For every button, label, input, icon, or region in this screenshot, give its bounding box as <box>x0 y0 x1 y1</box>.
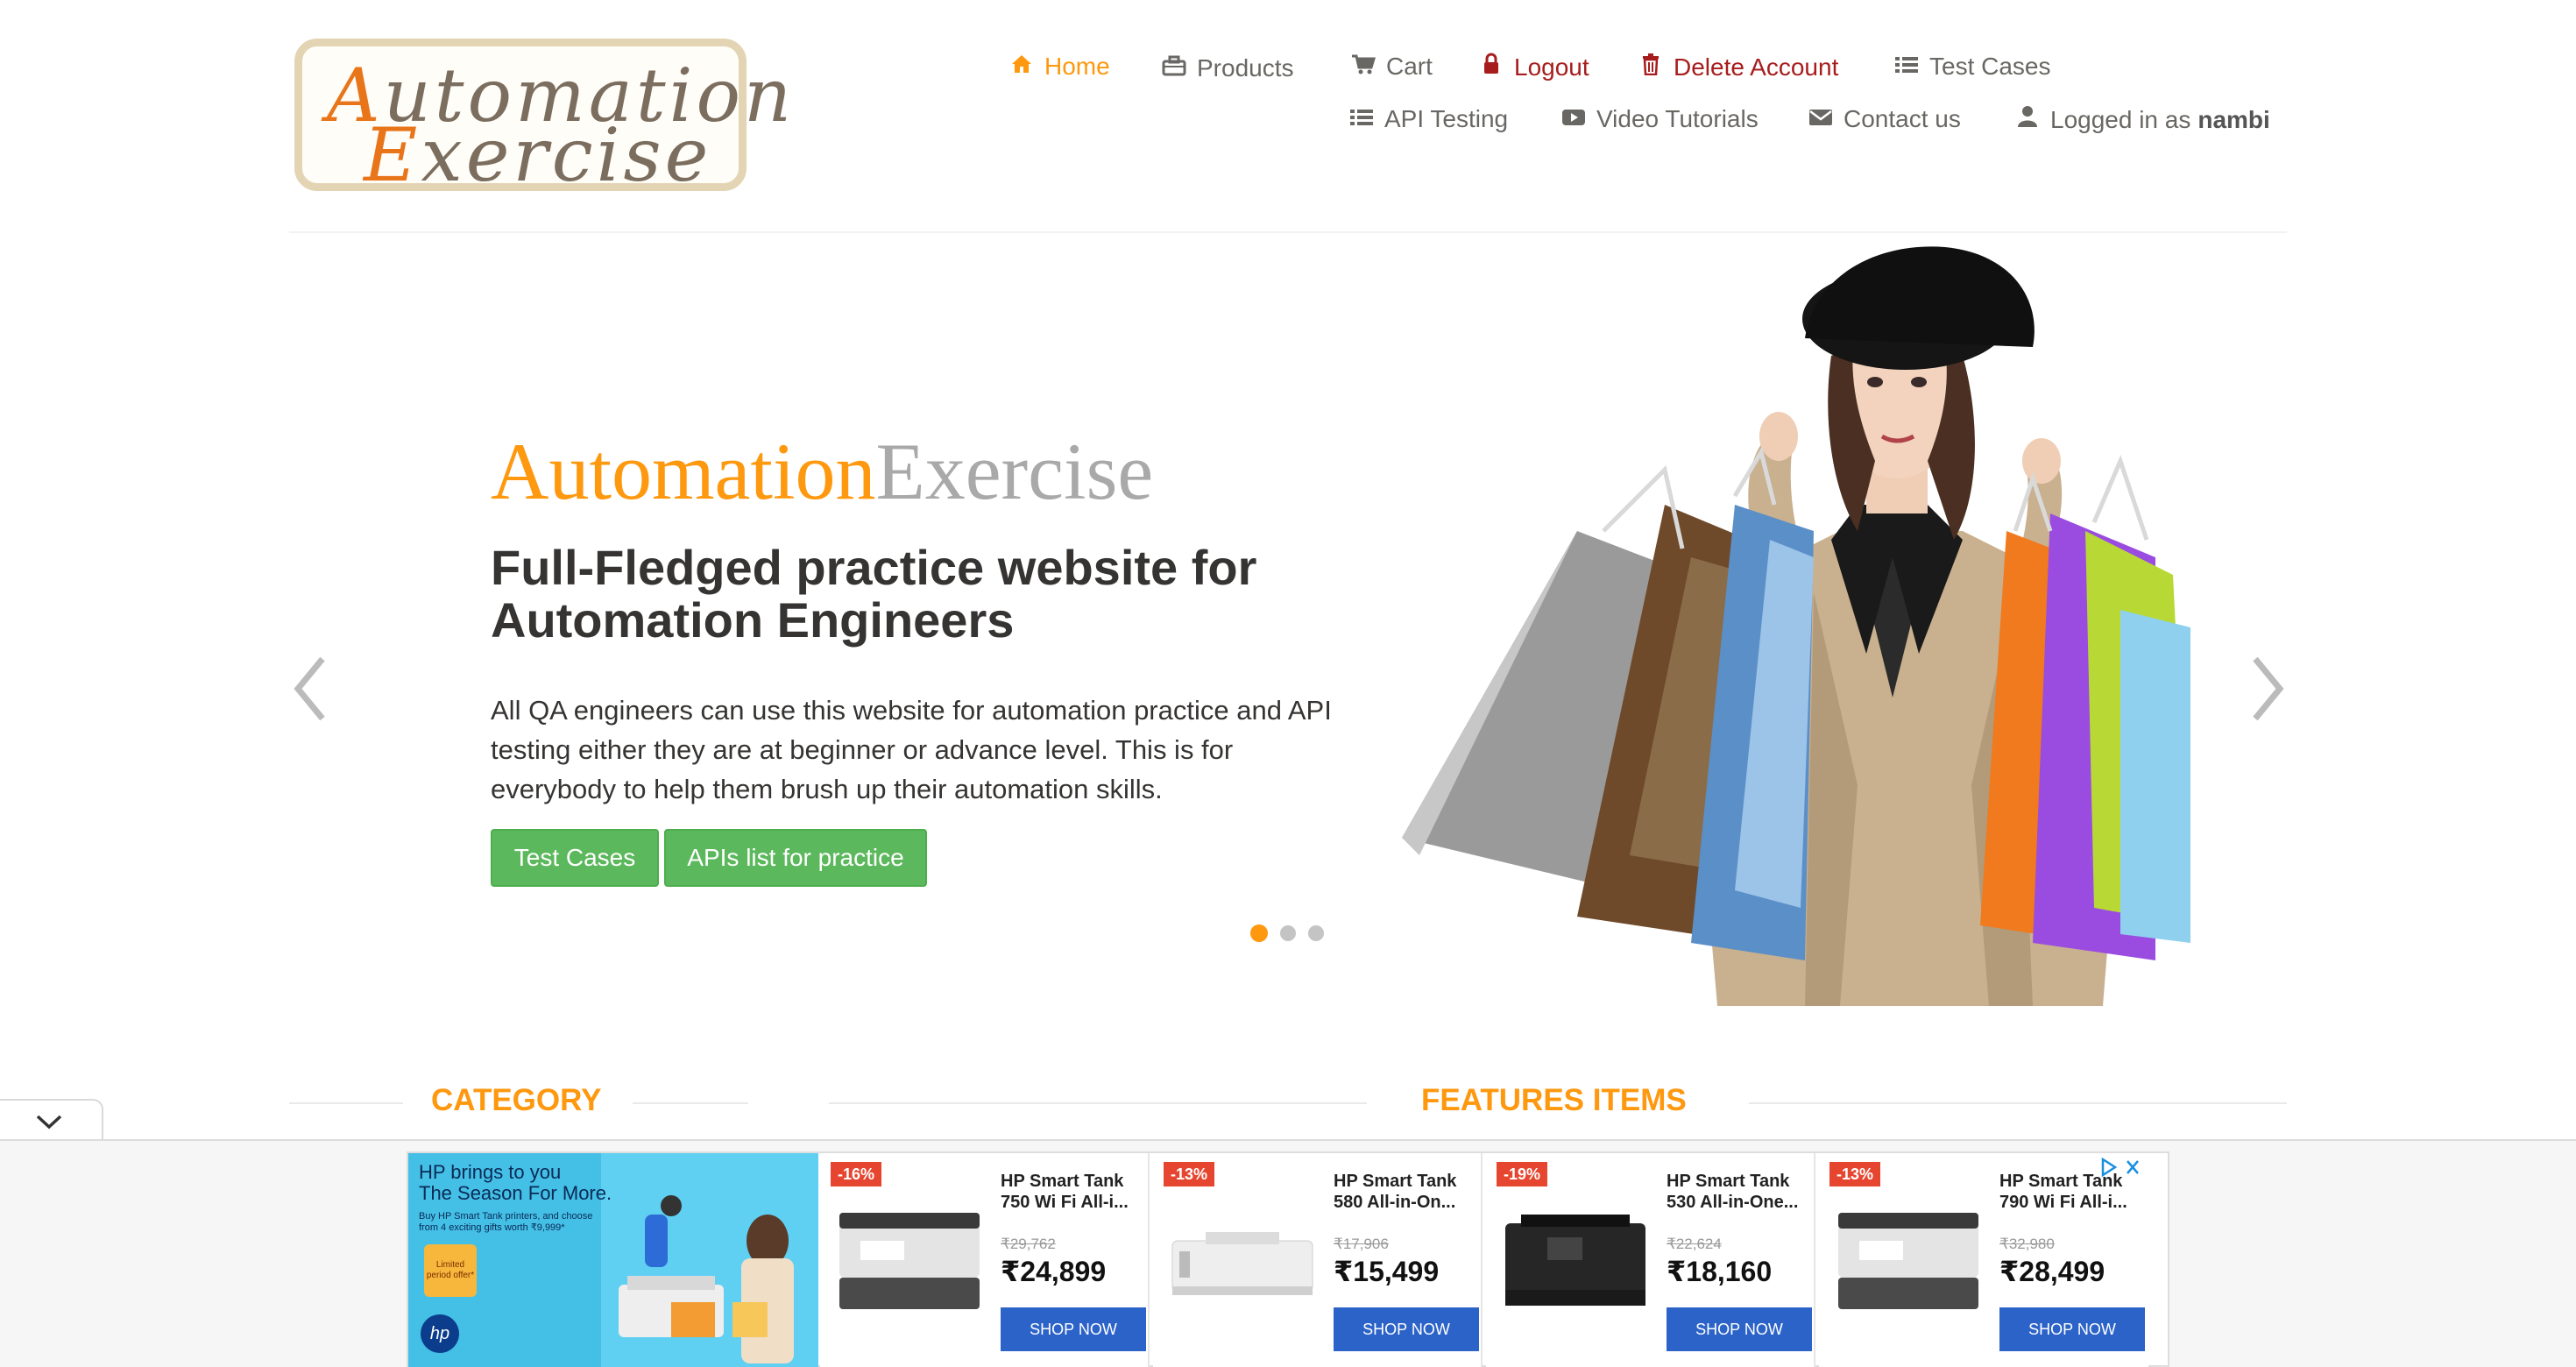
ad-promo-image <box>619 1195 794 1363</box>
nav-home[interactable]: Home <box>1008 53 1110 81</box>
briefcase-icon <box>1160 55 1188 82</box>
ad-product-card[interactable]: -16% HP Smart Tank 750 Wi Fi All-i... ₹2… <box>820 1153 1150 1367</box>
ad-product-card[interactable]: -13% HP Smart Tank 790 Wi Fi All-i... ₹3… <box>1819 1153 2148 1367</box>
site-logo[interactable]: Automation Exercise <box>294 39 791 198</box>
hero-title: Full-Fledged practice website for Automa… <box>491 540 1257 648</box>
nav-cart[interactable]: Cart <box>1349 53 1433 81</box>
ad-banner[interactable]: HP brings to you The Season For More. Buy… <box>408 1153 818 1367</box>
ad-product-card[interactable]: -13% HP Smart Tank 580 All-in-On... ₹17,… <box>1153 1153 1483 1367</box>
slide-indicator-3[interactable] <box>1308 925 1324 941</box>
slide-indicator-1[interactable] <box>1250 924 1268 942</box>
nav-api-testing[interactable]: API Testing <box>1348 105 1508 133</box>
ad-headline: HP brings to you The Season For More. <box>419 1161 612 1204</box>
nav-contact-us[interactable]: Contact us <box>1807 105 1961 133</box>
youtube-icon <box>1560 106 1588 133</box>
price: ₹24,899 <box>1001 1256 1107 1287</box>
shop-now-button[interactable]: SHOP NOW <box>1001 1307 1146 1351</box>
username: nambi <box>2197 105 2270 133</box>
list-icon <box>1348 106 1376 133</box>
list-icon <box>1893 53 1921 81</box>
nav-products[interactable]: Products <box>1160 54 1294 82</box>
shop-now-button[interactable]: SHOP NOW <box>1334 1307 1479 1351</box>
slide-indicator-2[interactable] <box>1280 925 1296 941</box>
limited-offer-badge: Limited period offer* <box>424 1244 477 1297</box>
printer-image <box>1838 1213 1978 1309</box>
user-icon <box>2013 105 2042 134</box>
old-price: ₹29,762 <box>1001 1236 1056 1252</box>
lock-icon <box>1477 53 1505 81</box>
nav-logout[interactable]: Logout <box>1477 53 1589 81</box>
shop-now-button[interactable]: SHOP NOW <box>1667 1307 1812 1351</box>
category-line-left <box>289 1102 403 1104</box>
nav-logged-in-as[interactable]: Logged in as nambi <box>2013 105 2270 134</box>
product-name: HP Smart Tank 580 All-in-On... <box>1334 1172 1457 1212</box>
cart-icon <box>1349 53 1377 81</box>
old-price: ₹17,906 <box>1334 1236 1389 1252</box>
test-cases-button[interactable]: Test Cases <box>491 829 659 887</box>
price: ₹18,160 <box>1667 1256 1773 1287</box>
hp-logo: hp <box>421 1314 459 1353</box>
discount-badge: -13% <box>1164 1162 1215 1186</box>
advertisement[interactable]: HP brings to you The Season For More. Buy… <box>407 1151 2169 1367</box>
category-line-right <box>633 1102 748 1104</box>
printer-image <box>1171 1232 1313 1295</box>
printer-image <box>839 1213 980 1309</box>
features-line-left <box>829 1102 1367 1104</box>
chevron-left-icon[interactable] <box>289 654 333 724</box>
ad-product-card[interactable]: -19% HP Smart Tank 530 All-in-One... ₹22… <box>1486 1153 1815 1367</box>
category-heading: CATEGORY <box>431 1083 602 1117</box>
adchoices-icon[interactable] <box>2094 1157 2143 1178</box>
apis-list-button[interactable]: APIs list for practice <box>664 829 927 887</box>
nav-video-tutorials[interactable]: Video Tutorials <box>1560 105 1759 133</box>
features-line-right <box>1749 1102 2287 1104</box>
nav-delete-account[interactable]: Delete Account <box>1637 53 1838 81</box>
discount-badge: -13% <box>1829 1162 1881 1186</box>
printer-image <box>1505 1215 1645 1306</box>
ad-subtext: Buy HP Smart Tank printers, and choose f… <box>419 1211 593 1233</box>
old-price: ₹32,980 <box>1999 1236 2055 1252</box>
product-name: HP Smart Tank 530 All-in-One... <box>1667 1172 1799 1212</box>
trash-icon <box>1637 53 1665 81</box>
price: ₹15,499 <box>1334 1256 1440 1287</box>
hero-brand: AutomationExercise <box>491 427 1154 516</box>
discount-badge: -19% <box>1497 1162 1548 1186</box>
chevron-down-icon <box>36 1115 62 1130</box>
logo-line-2: Exercise <box>364 112 712 198</box>
home-icon <box>1008 53 1036 81</box>
nav-test-cases[interactable]: Test Cases <box>1893 53 2051 81</box>
header-divider <box>289 231 2287 233</box>
price: ₹28,499 <box>1999 1256 2105 1287</box>
envelope-icon <box>1807 106 1835 133</box>
shop-now-button[interactable]: SHOP NOW <box>1999 1307 2145 1351</box>
product-name: HP Smart Tank 750 Wi Fi All-i... <box>1001 1172 1129 1212</box>
old-price: ₹22,624 <box>1667 1236 1722 1252</box>
hero-image <box>1402 246 2190 1006</box>
hero-description: All QA engineers can use this website fo… <box>491 695 1332 804</box>
discount-badge: -16% <box>831 1162 882 1186</box>
features-heading: FEATURES ITEMS <box>1421 1083 1687 1117</box>
ad-collapse-toggle[interactable] <box>0 1099 103 1143</box>
